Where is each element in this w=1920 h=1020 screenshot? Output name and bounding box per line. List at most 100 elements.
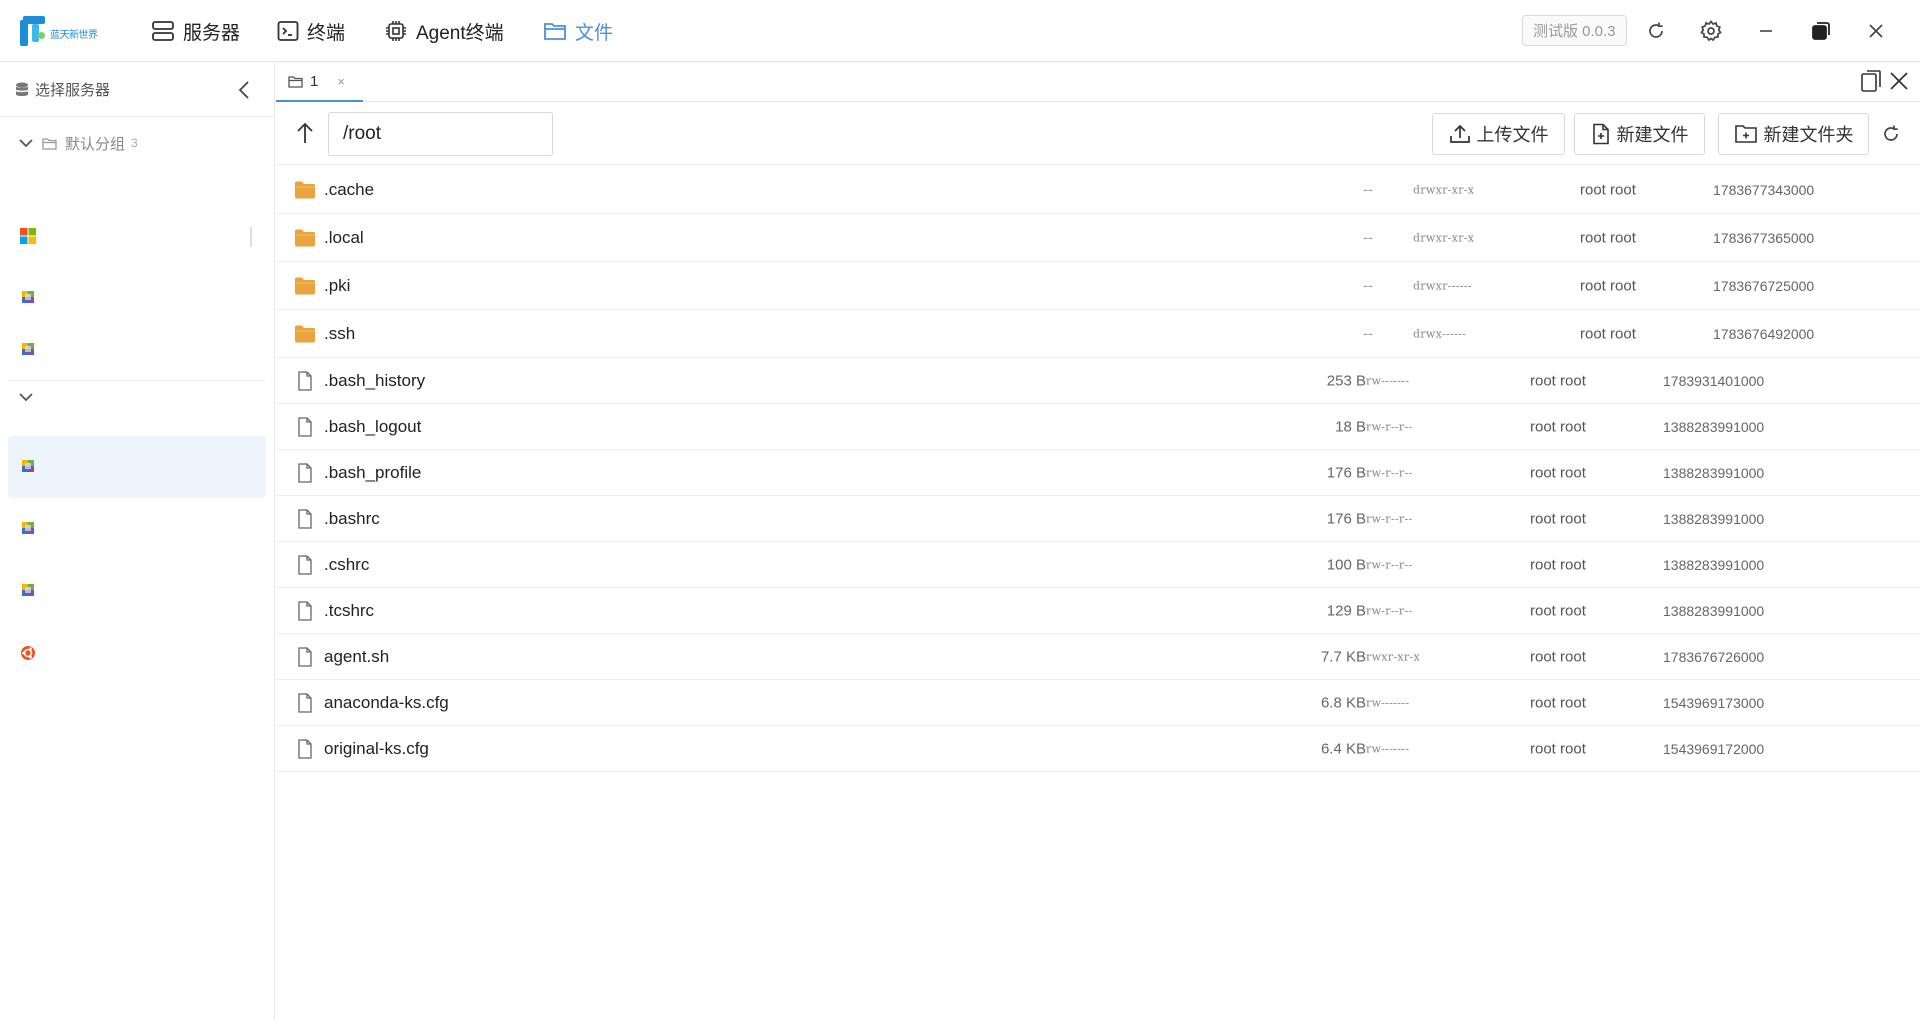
sidebar-title: 选择服务器: [35, 82, 111, 99]
upload-file-button[interactable]: 上传文件: [1432, 113, 1565, 155]
folder-icon: [295, 325, 315, 342]
top-bar: 蓝天新世界 服务器 终端 Agent终端 文件 测试版 0.0.3: [0, 0, 1920, 62]
terminal-icon: [277, 21, 299, 41]
folder-icon: [288, 76, 303, 88]
nav-servers-label: 服务器: [183, 22, 241, 44]
split-view-icon[interactable]: [1860, 69, 1882, 93]
restore-button[interactable]: [1806, 16, 1836, 46]
file-owner: root root: [1580, 325, 1636, 342]
upload-file-label: 上传文件: [1476, 125, 1549, 145]
app-logo[interactable]: 蓝天新世界: [20, 16, 98, 46]
file-size: 129 B: [1326, 602, 1366, 619]
file-mtime: 1388283991000: [1663, 602, 1765, 619]
parent-directory-button[interactable]: [292, 117, 318, 149]
file-row[interactable]: original-ks.cfg 6.4 KB -rw------- root root…: [276, 726, 1920, 772]
file-name: .ssh: [324, 323, 356, 343]
file-size: 176 B: [1326, 510, 1366, 527]
windows-icon: [20, 228, 36, 244]
path-input[interactable]: [328, 112, 553, 156]
group-divider: [8, 380, 266, 381]
nav-servers[interactable]: 服务器: [151, 15, 240, 47]
file-owner: root root: [1530, 372, 1586, 389]
new-file-label: 新建文件: [1616, 125, 1689, 145]
file-icon: [298, 738, 312, 759]
file-permissions: drwxr-xr-x: [1413, 231, 1475, 244]
file-row[interactable]: .bash_logout 18 B -rw-r--r-- root root 13882…: [276, 404, 1920, 450]
new-folder-icon: [1734, 125, 1757, 143]
tab-bar: 1 ×: [276, 63, 1920, 102]
file-toolbar: 上传文件 新建文件 新建文件夹: [276, 103, 1920, 165]
nav-agent-terminal[interactable]: Agent终端: [384, 15, 504, 47]
file-name: .cache: [324, 179, 375, 199]
new-folder-button[interactable]: 新建文件夹: [1718, 113, 1869, 155]
folder-icon: [544, 23, 566, 40]
close-window-button[interactable]: [1861, 16, 1891, 46]
file-permissions: -rw-r--r--: [1362, 466, 1413, 479]
chip-icon: [386, 21, 406, 41]
nav-files[interactable]: 文件: [543, 15, 613, 47]
nav-terminal[interactable]: 终端: [277, 15, 345, 47]
file-owner: root root: [1530, 510, 1586, 527]
file-size: 18 B: [1335, 418, 1366, 435]
file-owner: root root: [1530, 556, 1586, 573]
file-mtime: 1783931401000: [1663, 372, 1765, 389]
server-item[interactable]: [8, 498, 266, 560]
file-permissions: -rw-------: [1362, 374, 1410, 387]
server-item[interactable]: [8, 622, 266, 684]
reload-button[interactable]: [1641, 16, 1671, 46]
tab-close-button[interactable]: ×: [337, 74, 345, 89]
nav-files-label: 文件: [575, 22, 614, 44]
folder-row[interactable]: .local -- drwxr-xr-x root root 1783677365000: [276, 214, 1920, 262]
file-name: .bashrc: [324, 508, 380, 528]
server-item[interactable]: [8, 205, 266, 267]
file-mtime: 1388283991000: [1663, 556, 1765, 573]
new-file-icon: [1592, 123, 1609, 145]
file-row[interactable]: agent.sh 7.7 KB -rwxr-xr-x root root 1783676…: [276, 634, 1920, 680]
restore-icon: [1812, 22, 1830, 40]
server-sidebar: 选择服务器 默认分组 3: [0, 63, 275, 1020]
minimize-icon: [1760, 30, 1772, 32]
server-item[interactable]: [8, 319, 266, 381]
sidebar-collapse-button[interactable]: [232, 78, 256, 102]
server-group-default[interactable]: 默认分组 3: [0, 123, 274, 163]
tab-label: 1: [310, 73, 319, 90]
folder-row[interactable]: .ssh -- drwx------ root root 1783676492000: [276, 310, 1920, 358]
refresh-list-button[interactable]: [1878, 121, 1904, 147]
file-size: 7.7 KB: [1320, 648, 1366, 665]
tab-actions: [1860, 69, 1910, 93]
file-row[interactable]: .bash_profile 176 B -rw-r--r-- root root 138…: [276, 450, 1920, 496]
file-icon: [298, 554, 312, 575]
file-row[interactable]: anaconda-ks.cfg 6.8 KB -rw------- root root…: [276, 680, 1920, 726]
file-name: .pki: [324, 275, 351, 295]
file-row[interactable]: .bash_history 253 B -rw------- root root 178…: [276, 358, 1920, 404]
file-mtime: 1543969172000: [1663, 740, 1765, 757]
file-row[interactable]: .tcshrc 129 B -rw-r--r-- root root 138828399…: [276, 588, 1920, 634]
linux-icon: [22, 291, 34, 303]
file-row[interactable]: .cshrc 100 B -rw-r--r-- root root 1388283991…: [276, 542, 1920, 588]
file-name: agent.sh: [324, 646, 390, 666]
file-owner: root root: [1580, 277, 1636, 294]
linux-icon: [22, 460, 34, 472]
folder-row[interactable]: .pki -- drwxr------ root root 1783676725000: [276, 262, 1920, 310]
upload-icon: [1449, 124, 1470, 143]
server-item-selected[interactable]: [8, 436, 266, 498]
server-item[interactable]: [8, 560, 266, 622]
minimize-button[interactable]: [1751, 16, 1781, 46]
file-mtime: 1783676726000: [1663, 648, 1765, 665]
chevron-down-icon: [19, 139, 33, 148]
gear-icon: [1700, 20, 1722, 42]
file-icon: [298, 462, 312, 483]
file-owner: root root: [1530, 694, 1586, 711]
settings-button[interactable]: [1696, 16, 1726, 46]
file-mtime: 1388283991000: [1663, 510, 1765, 527]
group-count: 3: [131, 136, 138, 150]
new-file-button[interactable]: 新建文件: [1574, 113, 1705, 155]
folder-row[interactable]: .cache -- drwxr-xr-x root root 1783677343000: [276, 166, 1920, 214]
group-toggle[interactable]: [18, 390, 36, 408]
close-all-tabs-icon[interactable]: [1888, 69, 1910, 93]
file-owner: root root: [1530, 648, 1586, 665]
file-row[interactable]: .bashrc 176 B -rw-r--r-- root root 138828399…: [276, 496, 1920, 542]
tab-files-1[interactable]: 1 ×: [276, 63, 363, 102]
folder-icon: [42, 137, 57, 150]
nav-agent-terminal-label: Agent终端: [416, 22, 504, 44]
